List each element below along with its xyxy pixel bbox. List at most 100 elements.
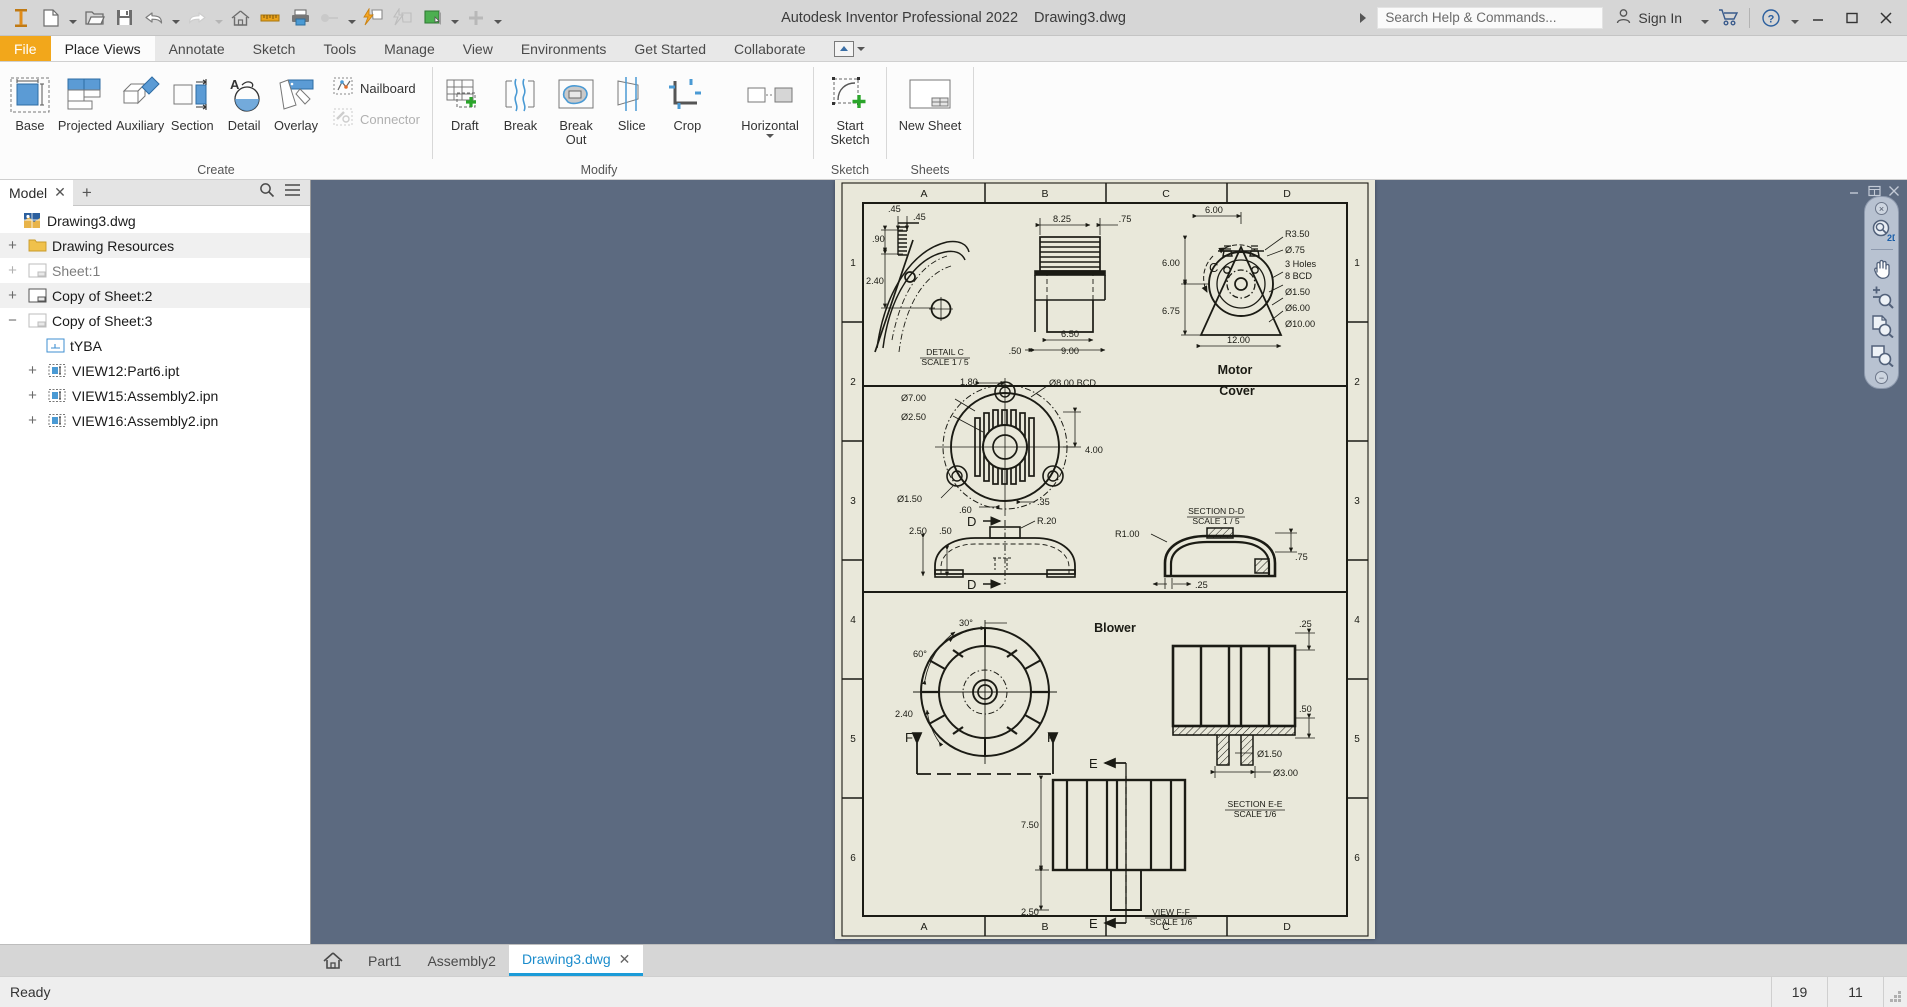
home-icon[interactable] <box>311 945 355 976</box>
maximize-restore-button[interactable] <box>1835 1 1869 35</box>
doc-tab-part1[interactable]: Part1 <box>355 945 414 976</box>
detail-view-button[interactable]: A Detail <box>218 68 270 133</box>
break-button[interactable]: Break <box>493 68 549 133</box>
tree-node-view16[interactable]: + VIEW16:Assembly2.ipn <box>0 408 310 433</box>
tree-node-sheet-1[interactable]: + Sheet:1 <box>0 258 310 283</box>
redo-dropdown-icon[interactable] <box>212 3 225 33</box>
ribbon-tab-file[interactable]: File <box>0 36 51 61</box>
save-icon[interactable] <box>109 3 139 33</box>
tree-node-drawing-resources[interactable]: + Drawing Resources <box>0 233 310 258</box>
crop-button[interactable]: Crop <box>660 68 716 133</box>
inventor-logo-icon[interactable] <box>6 3 36 33</box>
pan-hand-icon[interactable] <box>1867 255 1896 281</box>
update-dropdown-icon[interactable] <box>345 3 358 33</box>
customize-qat-icon[interactable] <box>461 3 491 33</box>
base-view-button[interactable]: Base <box>4 68 56 133</box>
select-priority-icon[interactable] <box>358 3 388 33</box>
material-dropdown-icon[interactable] <box>448 3 461 33</box>
search-input[interactable]: Search Help & Commands... <box>1377 7 1603 29</box>
material-icon[interactable] <box>418 3 448 33</box>
help-icon[interactable]: ? <box>1754 1 1788 35</box>
search-expand-icon[interactable] <box>1360 13 1366 23</box>
overlay-view-button[interactable]: Overlay <box>270 68 322 133</box>
nailboard-button[interactable]: Nailboard <box>328 73 428 104</box>
expander-icon[interactable]: + <box>24 412 41 429</box>
ribbon-tab-collaborate[interactable]: Collaborate <box>720 36 820 61</box>
sign-in-button[interactable]: Sign In <box>1615 8 1682 28</box>
ribbon-tab-sketch[interactable]: Sketch <box>239 36 310 61</box>
add-browser-tab-button[interactable]: + <box>73 183 101 203</box>
view-2d-orbit-icon[interactable]: 2D <box>1867 218 1896 244</box>
expander-icon[interactable]: + <box>24 362 41 379</box>
doc-tab-assembly2[interactable]: Assembly2 <box>414 945 508 976</box>
appearance-icon[interactable] <box>388 3 418 33</box>
browser-tab-model[interactable]: Model ✕ <box>0 180 73 206</box>
ribbon-tab-view[interactable]: View <box>449 36 507 61</box>
start-sketch-button[interactable]: Start Sketch <box>820 68 880 147</box>
zoom-all-icon[interactable] <box>1867 313 1896 339</box>
ribbon-tab-place-views[interactable]: Place Views <box>51 36 155 61</box>
expander-icon[interactable]: − <box>4 312 21 329</box>
open-file-icon[interactable] <box>79 3 109 33</box>
account-dropdown-icon[interactable] <box>1698 3 1711 33</box>
viewport-close-button[interactable] <box>1885 180 1903 202</box>
expander-icon[interactable]: + <box>24 387 41 404</box>
store-cart-icon[interactable] <box>1711 1 1745 35</box>
drawing-viewport[interactable]: A B C D A B C D <box>311 180 1907 944</box>
new-file-icon[interactable] <box>36 3 66 33</box>
qat-overflow-icon[interactable] <box>491 3 504 33</box>
doc-tab-drawing3[interactable]: Drawing3.dwg ✕ <box>509 945 643 976</box>
close-icon[interactable]: ✕ <box>54 184 66 201</box>
zone-row-5: 5 <box>850 734 856 745</box>
viewport-minimize-button[interactable] <box>1845 180 1863 202</box>
auxiliary-view-button[interactable]: Auxiliary <box>114 68 166 133</box>
tree-node-view15[interactable]: + VIEW15:Assembly2.ipn <box>0 383 310 408</box>
hamburger-menu-icon[interactable] <box>284 183 301 202</box>
horizontal-align-button[interactable]: Horizontal <box>731 68 809 138</box>
draft-view-button[interactable]: Draft <box>437 68 493 133</box>
drawing-sheet[interactable]: A B C D A B C D <box>835 180 1375 939</box>
tree-node-view12[interactable]: + VIEW12:Part6.ipt <box>0 358 310 383</box>
help-dropdown-icon[interactable] <box>1788 3 1801 33</box>
undo-dropdown-icon[interactable] <box>169 3 182 33</box>
close-icon[interactable]: ✕ <box>619 951 631 968</box>
slice-button[interactable]: Slice <box>604 68 660 133</box>
ribbon-minimize-dropdown-icon[interactable] <box>857 47 865 51</box>
tree-node-copy-of-sheet-2[interactable]: + Copy of Sheet:2 <box>0 283 310 308</box>
ribbon-tab-get-started[interactable]: Get Started <box>620 36 720 61</box>
new-sheet-button[interactable]: New Sheet <box>891 68 969 133</box>
zoom-window-icon[interactable] <box>1867 342 1896 368</box>
ribbon-tab-manage[interactable]: Manage <box>370 36 449 61</box>
connector-button: Connector <box>328 104 428 135</box>
search-icon[interactable] <box>259 182 275 203</box>
ribbon-tab-tools[interactable]: Tools <box>309 36 370 61</box>
tree-node-tyba[interactable]: tYBA <box>0 333 310 358</box>
resize-grip-icon[interactable] <box>1883 977 1907 1007</box>
undo-icon[interactable] <box>139 3 169 33</box>
minimize-button[interactable] <box>1801 1 1835 35</box>
ribbon-minimize-icon[interactable] <box>834 41 854 57</box>
print-icon[interactable] <box>285 3 315 33</box>
horizontal-align-dropdown-icon[interactable] <box>766 134 774 138</box>
section-view-button[interactable]: Section <box>166 68 218 133</box>
expander-icon[interactable]: + <box>4 237 21 254</box>
navbar-close-icon[interactable]: × <box>1875 202 1888 215</box>
close-button[interactable] <box>1869 1 1903 35</box>
expander-icon[interactable]: + <box>4 287 21 304</box>
ribbon-tab-environments[interactable]: Environments <box>507 36 621 61</box>
expander-icon[interactable]: + <box>4 262 21 279</box>
tree-node-copy-of-sheet-3[interactable]: − Copy of Sheet:3 <box>0 308 310 333</box>
navbar-collapse-icon[interactable]: − <box>1875 371 1888 384</box>
document-tab-bar: Part1 Assembly2 Drawing3.dwg ✕ <box>0 944 1907 976</box>
break-out-button[interactable]: Break Out <box>548 68 604 147</box>
update-icon[interactable] <box>315 3 345 33</box>
redo-icon[interactable] <box>182 3 212 33</box>
zoom-in-out-icon[interactable] <box>1867 284 1896 310</box>
ribbon-tab-annotate[interactable]: Annotate <box>155 36 239 61</box>
home-icon[interactable] <box>225 3 255 33</box>
measure-icon[interactable] <box>255 3 285 33</box>
viewport-restore-button[interactable] <box>1865 180 1883 202</box>
new-file-dropdown-icon[interactable] <box>66 3 79 33</box>
projected-view-button[interactable]: Projected <box>56 68 114 133</box>
tree-node-drawing3[interactable]: Drawing3.dwg <box>0 208 310 233</box>
